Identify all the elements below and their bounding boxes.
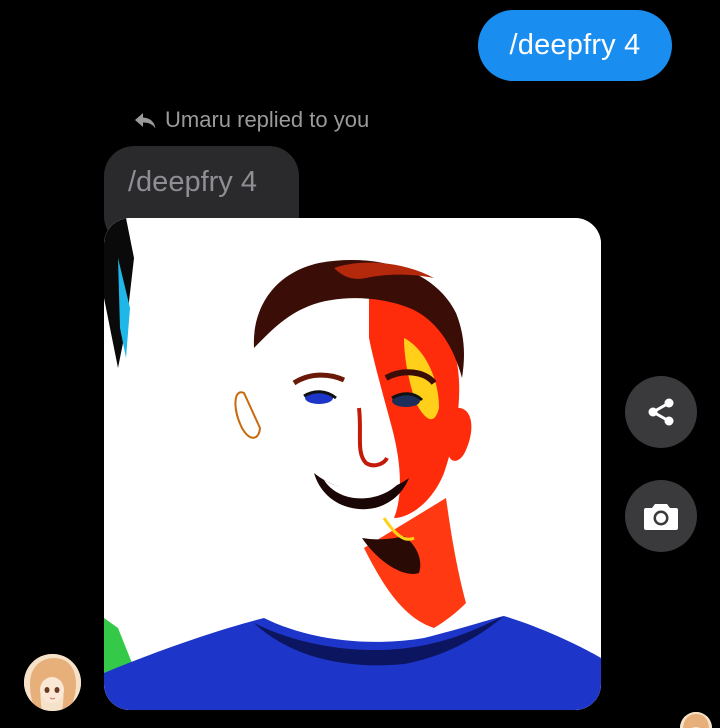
read-receipt-avatar bbox=[680, 712, 712, 728]
outgoing-message-bubble[interactable]: /deepfry 4 bbox=[478, 10, 672, 81]
share-icon bbox=[648, 398, 674, 426]
anime-avatar-image bbox=[24, 654, 81, 711]
reply-arrow-icon bbox=[135, 113, 156, 129]
anime-avatar-small-image bbox=[680, 712, 712, 728]
chat-screen: /deepfry 4 Umaru replied to you /deepfry… bbox=[0, 0, 720, 728]
deepfried-photo bbox=[104, 218, 601, 710]
quoted-message-text: /deepfry 4 bbox=[128, 166, 257, 198]
camera-button[interactable] bbox=[625, 480, 697, 552]
reply-header: Umaru replied to you bbox=[133, 104, 369, 136]
camera-icon bbox=[644, 504, 678, 530]
outgoing-message-text: /deepfry 4 bbox=[509, 29, 641, 61]
sender-avatar[interactable] bbox=[24, 654, 81, 711]
reply-header-text: Umaru replied to you bbox=[165, 107, 370, 132]
share-button[interactable] bbox=[625, 376, 697, 448]
deepfried-image[interactable] bbox=[104, 218, 601, 710]
